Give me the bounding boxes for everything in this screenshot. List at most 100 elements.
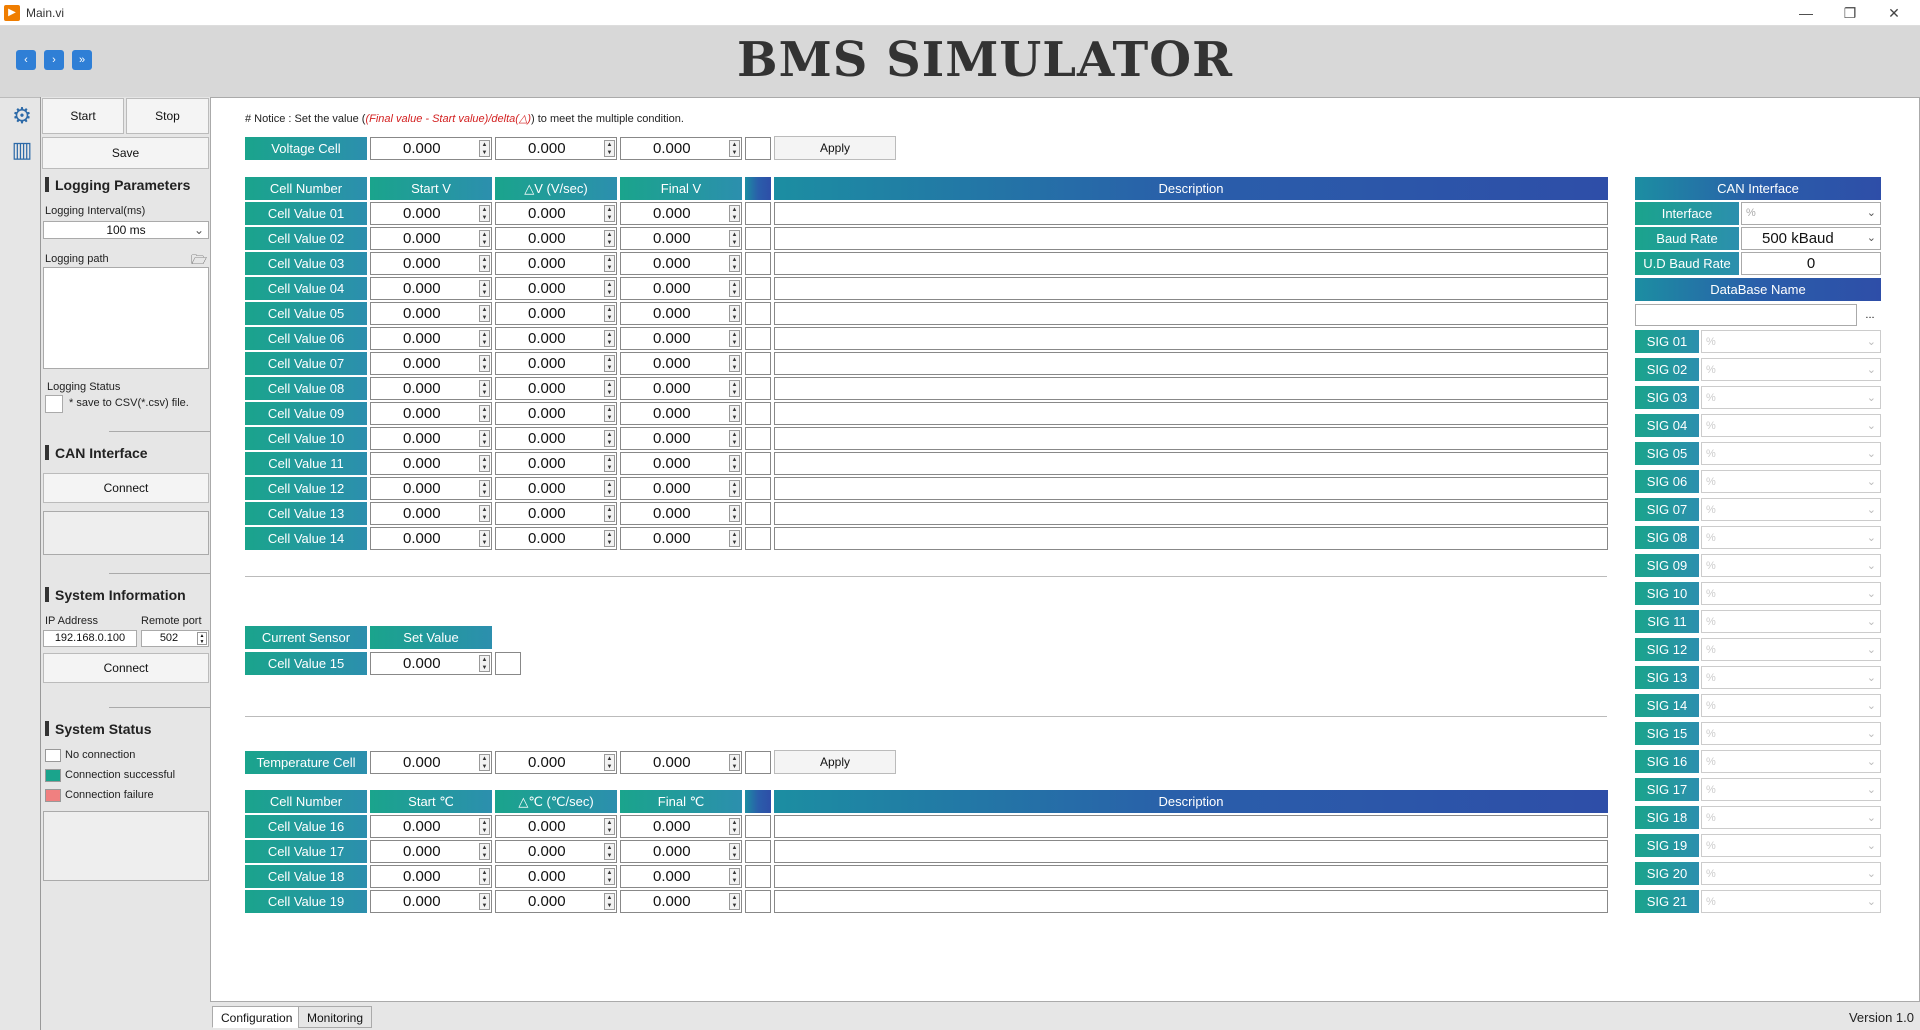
description-input[interactable] (774, 452, 1608, 475)
signal-select[interactable]: % ⌄ (1701, 526, 1881, 549)
spinner-icon[interactable]: ▲ ▼ (729, 754, 740, 771)
spinner-icon[interactable]: ▲ ▼ (479, 280, 490, 297)
settings-gear-icon[interactable]: ⚙ (8, 102, 36, 130)
spinner-icon[interactable]: ▲ ▼ (479, 480, 490, 497)
voltage-delta-input[interactable]: 0.000 ▲ ▼ (495, 137, 617, 160)
delta-value-input[interactable]: 0.000 ▲ ▼ (495, 352, 617, 375)
start-value-input[interactable]: 0.000 ▲ ▼ (370, 227, 492, 250)
description-input[interactable] (774, 377, 1608, 400)
temp-apply-button[interactable]: Apply (774, 750, 896, 774)
description-input[interactable] (774, 840, 1608, 863)
spinner-icon[interactable]: ▲ ▼ (479, 843, 490, 860)
final-value-input[interactable]: 0.000 ▲ ▼ (620, 352, 742, 375)
voltage-final-input[interactable]: 0.000 ▲ ▼ (620, 137, 742, 160)
spinner-icon[interactable]: ▲ ▼ (729, 505, 740, 522)
final-value-input[interactable]: 0.000 ▲ ▼ (620, 452, 742, 475)
delta-value-input[interactable]: 0.000 ▲ ▼ (495, 815, 617, 838)
spinner-icon[interactable]: ▲ ▼ (479, 754, 490, 771)
spinner-icon[interactable]: ▲ ▼ (479, 380, 490, 397)
spinner-icon[interactable]: ▲ ▼ (729, 205, 740, 222)
spinner-icon[interactable]: ▲ ▼ (729, 405, 740, 422)
spinner-icon[interactable]: ▲ ▼ (604, 230, 615, 247)
spinner-icon[interactable]: ▲ ▼ (604, 843, 615, 860)
spinner-icon[interactable]: ▲ ▼ (604, 430, 615, 447)
database-name-input[interactable] (1635, 304, 1857, 326)
temp-delta-input[interactable]: 0.000 ▲ ▼ (495, 751, 617, 774)
signal-select[interactable]: % ⌄ (1701, 778, 1881, 801)
spinner-icon[interactable]: ▲ ▼ (604, 255, 615, 272)
spinner-icon[interactable]: ▲ ▼ (604, 380, 615, 397)
description-input[interactable] (774, 402, 1608, 425)
spinner-icon[interactable]: ▲ ▼ (604, 868, 615, 885)
spinner-icon[interactable]: ▲ ▼ (729, 140, 740, 157)
final-value-input[interactable]: 0.000 ▲ ▼ (620, 327, 742, 350)
spinner-icon[interactable]: ▲ ▼ (604, 280, 615, 297)
start-value-input[interactable]: 0.000 ▲ ▼ (370, 252, 492, 275)
temp-final-input[interactable]: 0.000 ▲ ▼ (620, 751, 742, 774)
interface-select[interactable]: % ⌄ (1741, 202, 1881, 225)
start-value-input[interactable]: 0.000 ▲ ▼ (370, 302, 492, 325)
final-value-input[interactable]: 0.000 ▲ ▼ (620, 890, 742, 913)
signal-select[interactable]: % ⌄ (1701, 890, 1881, 913)
ip-address-field[interactable]: 192.168.0.100 (43, 630, 137, 647)
remote-port-field[interactable]: 502 ▲ ▼ (141, 630, 209, 647)
spinner-icon[interactable]: ▲ ▼ (604, 355, 615, 372)
description-input[interactable] (774, 302, 1608, 325)
delta-value-input[interactable]: 0.000 ▲ ▼ (495, 252, 617, 275)
start-value-input[interactable]: 0.000 ▲ ▼ (370, 527, 492, 550)
final-value-input[interactable]: 0.000 ▲ ▼ (620, 377, 742, 400)
logging-path-field[interactable] (43, 267, 209, 369)
database-browse-button[interactable]: ... (1859, 304, 1881, 326)
signal-select[interactable]: % ⌄ (1701, 414, 1881, 437)
delta-value-input[interactable]: 0.000 ▲ ▼ (495, 865, 617, 888)
delta-value-input[interactable]: 0.000 ▲ ▼ (495, 227, 617, 250)
tab-monitoring[interactable]: Monitoring (298, 1006, 373, 1028)
description-input[interactable] (774, 477, 1608, 500)
final-value-input[interactable]: 0.000 ▲ ▼ (620, 202, 742, 225)
final-value-input[interactable]: 0.000 ▲ ▼ (620, 527, 742, 550)
spinner-icon[interactable]: ▲ ▼ (479, 868, 490, 885)
spinner-icon[interactable]: ▲ ▼ (479, 455, 490, 472)
signal-select[interactable]: % ⌄ (1701, 750, 1881, 773)
temp-start-input[interactable]: 0.000 ▲ ▼ (370, 751, 492, 774)
description-input[interactable] (774, 252, 1608, 275)
save-button[interactable]: Save (42, 137, 209, 169)
spinner-icon[interactable]: ▲ ▼ (604, 405, 615, 422)
spinner-icon[interactable]: ▲ ▼ (604, 205, 615, 222)
spinner-icon[interactable]: ▲ ▼ (729, 818, 740, 835)
start-button[interactable]: Start (42, 98, 124, 134)
final-value-input[interactable]: 0.000 ▲ ▼ (620, 227, 742, 250)
spinner-icon[interactable]: ▲ ▼ (479, 530, 490, 547)
spinner-icon[interactable]: ▲ ▼ (479, 230, 490, 247)
sysinfo-connect-button[interactable]: Connect (43, 653, 209, 683)
port-spinner-icon[interactable]: ▲ ▼ (197, 632, 207, 645)
start-value-input[interactable]: 0.000 ▲ ▼ (370, 840, 492, 863)
spinner-icon[interactable]: ▲ ▼ (604, 893, 615, 910)
spinner-icon[interactable]: ▲ ▼ (604, 818, 615, 835)
description-input[interactable] (774, 815, 1608, 838)
logging-interval-select[interactable]: 100 ms ⌄ (43, 221, 209, 239)
spinner-icon[interactable]: ▲ ▼ (729, 305, 740, 322)
description-input[interactable] (774, 277, 1608, 300)
signal-select[interactable]: % ⌄ (1701, 722, 1881, 745)
spinner-icon[interactable]: ▲ ▼ (729, 330, 740, 347)
start-value-input[interactable]: 0.000 ▲ ▼ (370, 502, 492, 525)
start-value-input[interactable]: 0.000 ▲ ▼ (370, 327, 492, 350)
monitoring-chart-icon[interactable]: ▥ (8, 136, 36, 164)
final-value-input[interactable]: 0.000 ▲ ▼ (620, 840, 742, 863)
final-value-input[interactable]: 0.000 ▲ ▼ (620, 502, 742, 525)
spinner-icon[interactable]: ▲ ▼ (729, 530, 740, 547)
description-input[interactable] (774, 427, 1608, 450)
spinner-icon[interactable]: ▲ ▼ (479, 818, 490, 835)
voltage-apply-button[interactable]: Apply (774, 136, 896, 160)
signal-select[interactable]: % ⌄ (1701, 582, 1881, 605)
spinner-icon[interactable]: ▲ ▼ (729, 255, 740, 272)
spinner-icon[interactable]: ▲ ▼ (479, 140, 490, 157)
spinner-icon[interactable]: ▲ ▼ (479, 505, 490, 522)
start-value-input[interactable]: 0.000 ▲ ▼ (370, 865, 492, 888)
delta-value-input[interactable]: 0.000 ▲ ▼ (495, 302, 617, 325)
minimize-button[interactable]: — (1786, 3, 1826, 23)
signal-select[interactable]: % ⌄ (1701, 470, 1881, 493)
spinner-icon[interactable]: ▲ ▼ (604, 455, 615, 472)
signal-select[interactable]: % ⌄ (1701, 498, 1881, 521)
